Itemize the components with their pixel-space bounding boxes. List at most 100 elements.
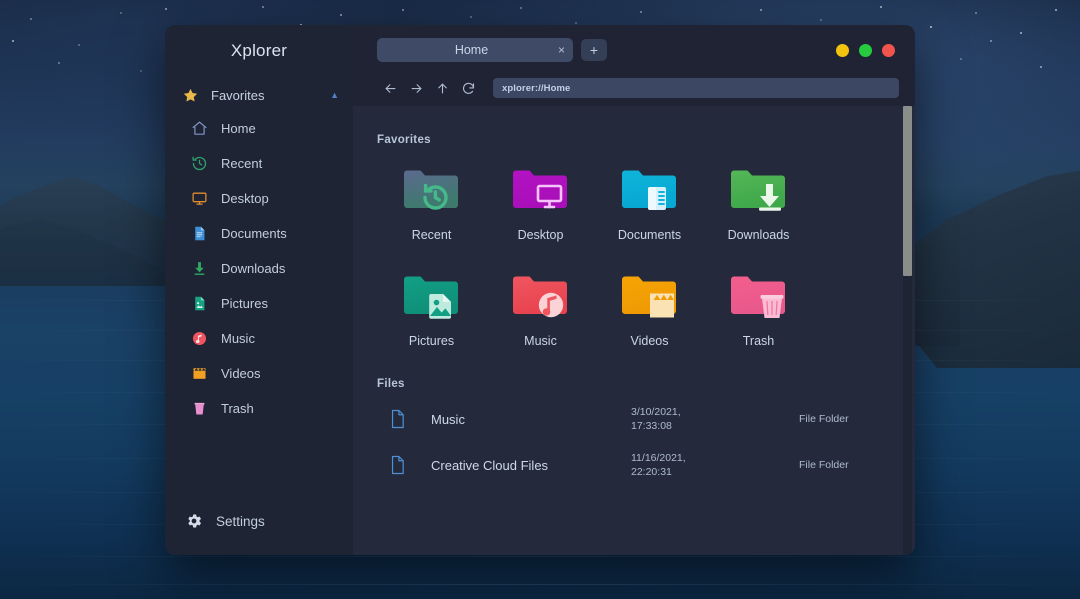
navigation-bar: xplorer://Home (377, 76, 901, 100)
close-icon[interactable]: × (558, 44, 565, 56)
desktop-monitor-icon (190, 190, 208, 208)
forward-arrow-icon[interactable] (403, 76, 429, 100)
favorite-folder-recent[interactable]: Recent (377, 164, 486, 242)
favorites-section-title: Favorites (377, 134, 431, 146)
file-list: Music 3/10/2021, 17:33:08 File Folder Creati… (377, 396, 915, 488)
file-modified-date: 11/16/2021, 22:20:31 (631, 451, 751, 479)
folder-downloads-icon (728, 164, 790, 221)
sidebar-item-pictures[interactable]: Pictures (165, 286, 353, 321)
file-kind: File Folder (799, 459, 849, 471)
favorite-folder-trash[interactable]: Trash (704, 270, 813, 348)
file-row[interactable]: Music 3/10/2021, 17:33:08 File Folder (377, 396, 915, 442)
sidebar-item-settings[interactable]: Settings (165, 499, 353, 543)
file-icon (389, 409, 409, 429)
address-value: xplorer://Home (502, 82, 571, 94)
picture-icon (190, 295, 208, 313)
maximize-button[interactable] (859, 43, 872, 57)
favorite-folder-documents[interactable]: Documents (595, 164, 704, 242)
tab-label: Home (454, 43, 489, 57)
sidebar-item-videos[interactable]: Videos (165, 356, 353, 391)
favorite-folder-label: Recent (411, 228, 452, 242)
trash-icon (190, 400, 208, 418)
favorite-folder-pictures[interactable]: Pictures (377, 270, 486, 348)
music-note-icon (190, 330, 208, 348)
favorite-folder-label: Desktop (517, 228, 564, 242)
favorite-folder-label: Trash (742, 334, 775, 348)
favorite-folder-label: Music (524, 334, 557, 348)
tab-home[interactable]: Home × (377, 38, 573, 62)
sidebar-item-music[interactable]: Music (165, 321, 353, 356)
window-header: Home × + xplorer://Home (353, 25, 915, 106)
file-time-part: 17:33:08 (631, 420, 672, 432)
file-date-part: 11/16/2021, (631, 451, 686, 464)
sidebar-section-label: Favorites (211, 87, 265, 103)
sidebar-item-home[interactable]: Home (165, 111, 353, 146)
favorite-folder-desktop[interactable]: Desktop (486, 164, 595, 242)
favorite-folder-videos[interactable]: Videos (595, 270, 704, 348)
sidebar-item-label: Documents (221, 226, 287, 241)
document-icon (190, 225, 208, 243)
folder-music-icon (510, 270, 572, 327)
favorite-folder-music[interactable]: Music (486, 270, 595, 348)
refresh-icon[interactable] (455, 76, 481, 100)
sidebar-item-downloads[interactable]: Downloads (165, 251, 353, 286)
scrollbar-thumb[interactable] (903, 106, 912, 276)
back-arrow-icon[interactable] (377, 76, 403, 100)
sidebar-item-list: Home Recent Desktop Documents Downloads Pictu… (165, 111, 353, 426)
sidebar-item-recent[interactable]: Recent (165, 146, 353, 181)
folder-videos-icon (619, 270, 681, 327)
files-section-title: Files (377, 378, 405, 390)
file-row[interactable]: Creative Cloud Files 11/16/2021, 22:20:31 F… (377, 442, 915, 488)
file-modified-date: 3/10/2021, 17:33:08 (631, 405, 751, 433)
file-name: Music (431, 411, 465, 427)
close-button[interactable] (882, 43, 895, 57)
content-area: Favorites Recent Desktop Documents Download… (353, 106, 915, 555)
app-title: Xplorer (230, 41, 288, 60)
minimize-button[interactable] (836, 43, 849, 57)
sidebar-item-label: Recent (221, 156, 263, 171)
sidebar: Xplorer Favorites ▲ Home Recent Desktop Doc… (165, 25, 353, 555)
sidebar-item-label: Trash (221, 401, 254, 416)
home-icon (190, 120, 208, 138)
sidebar-item-trash[interactable]: Trash (165, 391, 353, 426)
xplorer-window: Xplorer Favorites ▲ Home Recent Desktop Doc… (165, 25, 915, 555)
download-arrow-icon (190, 260, 208, 278)
favorite-folder-label: Documents (617, 228, 682, 242)
folder-desktop-icon (510, 164, 572, 221)
window-controls (836, 43, 901, 57)
file-kind: File Folder (799, 413, 849, 425)
file-name: Creative Cloud Files (431, 457, 549, 473)
video-clapper-icon (190, 365, 208, 383)
folder-trash-icon (728, 270, 790, 327)
tab-bar: Home × + (377, 37, 901, 63)
sidebar-item-label: Music (221, 331, 255, 346)
favorite-folder-downloads[interactable]: Downloads (704, 164, 813, 242)
sidebar-item-documents[interactable]: Documents (165, 216, 353, 251)
folder-recent-icon (401, 164, 463, 221)
folder-pictures-icon (401, 270, 463, 327)
sidebar-item-label: Home (221, 121, 256, 136)
settings-label: Settings (216, 513, 265, 529)
sidebar-item-desktop[interactable]: Desktop (165, 181, 353, 216)
sidebar-item-label: Videos (221, 366, 261, 381)
file-date-part: 3/10/2021, (631, 405, 681, 418)
recent-clock-icon (190, 155, 208, 173)
favorite-folder-label: Videos (630, 334, 669, 348)
favorite-folder-label: Downloads (727, 228, 790, 242)
gear-icon (185, 512, 203, 530)
star-icon (181, 86, 199, 104)
sidebar-section-favorites[interactable]: Favorites ▲ (165, 79, 353, 111)
folder-documents-icon (619, 164, 681, 221)
up-arrow-icon[interactable] (429, 76, 455, 100)
main-pane: Home × + xplorer://Home Favorites Recent… (353, 25, 915, 555)
file-icon (389, 455, 409, 475)
new-tab-button[interactable]: + (581, 39, 607, 61)
sidebar-item-label: Pictures (221, 296, 268, 311)
address-bar[interactable]: xplorer://Home (493, 78, 899, 98)
file-time-part: 22:20:31 (631, 466, 672, 478)
favorites-grid: Recent Desktop Documents Downloads Pictures M… (377, 164, 915, 348)
sidebar-item-label: Downloads (221, 261, 286, 276)
favorite-folder-label: Pictures (408, 334, 455, 348)
chevron-up-icon[interactable]: ▲ (330, 90, 339, 100)
sidebar-item-label: Desktop (221, 191, 269, 206)
